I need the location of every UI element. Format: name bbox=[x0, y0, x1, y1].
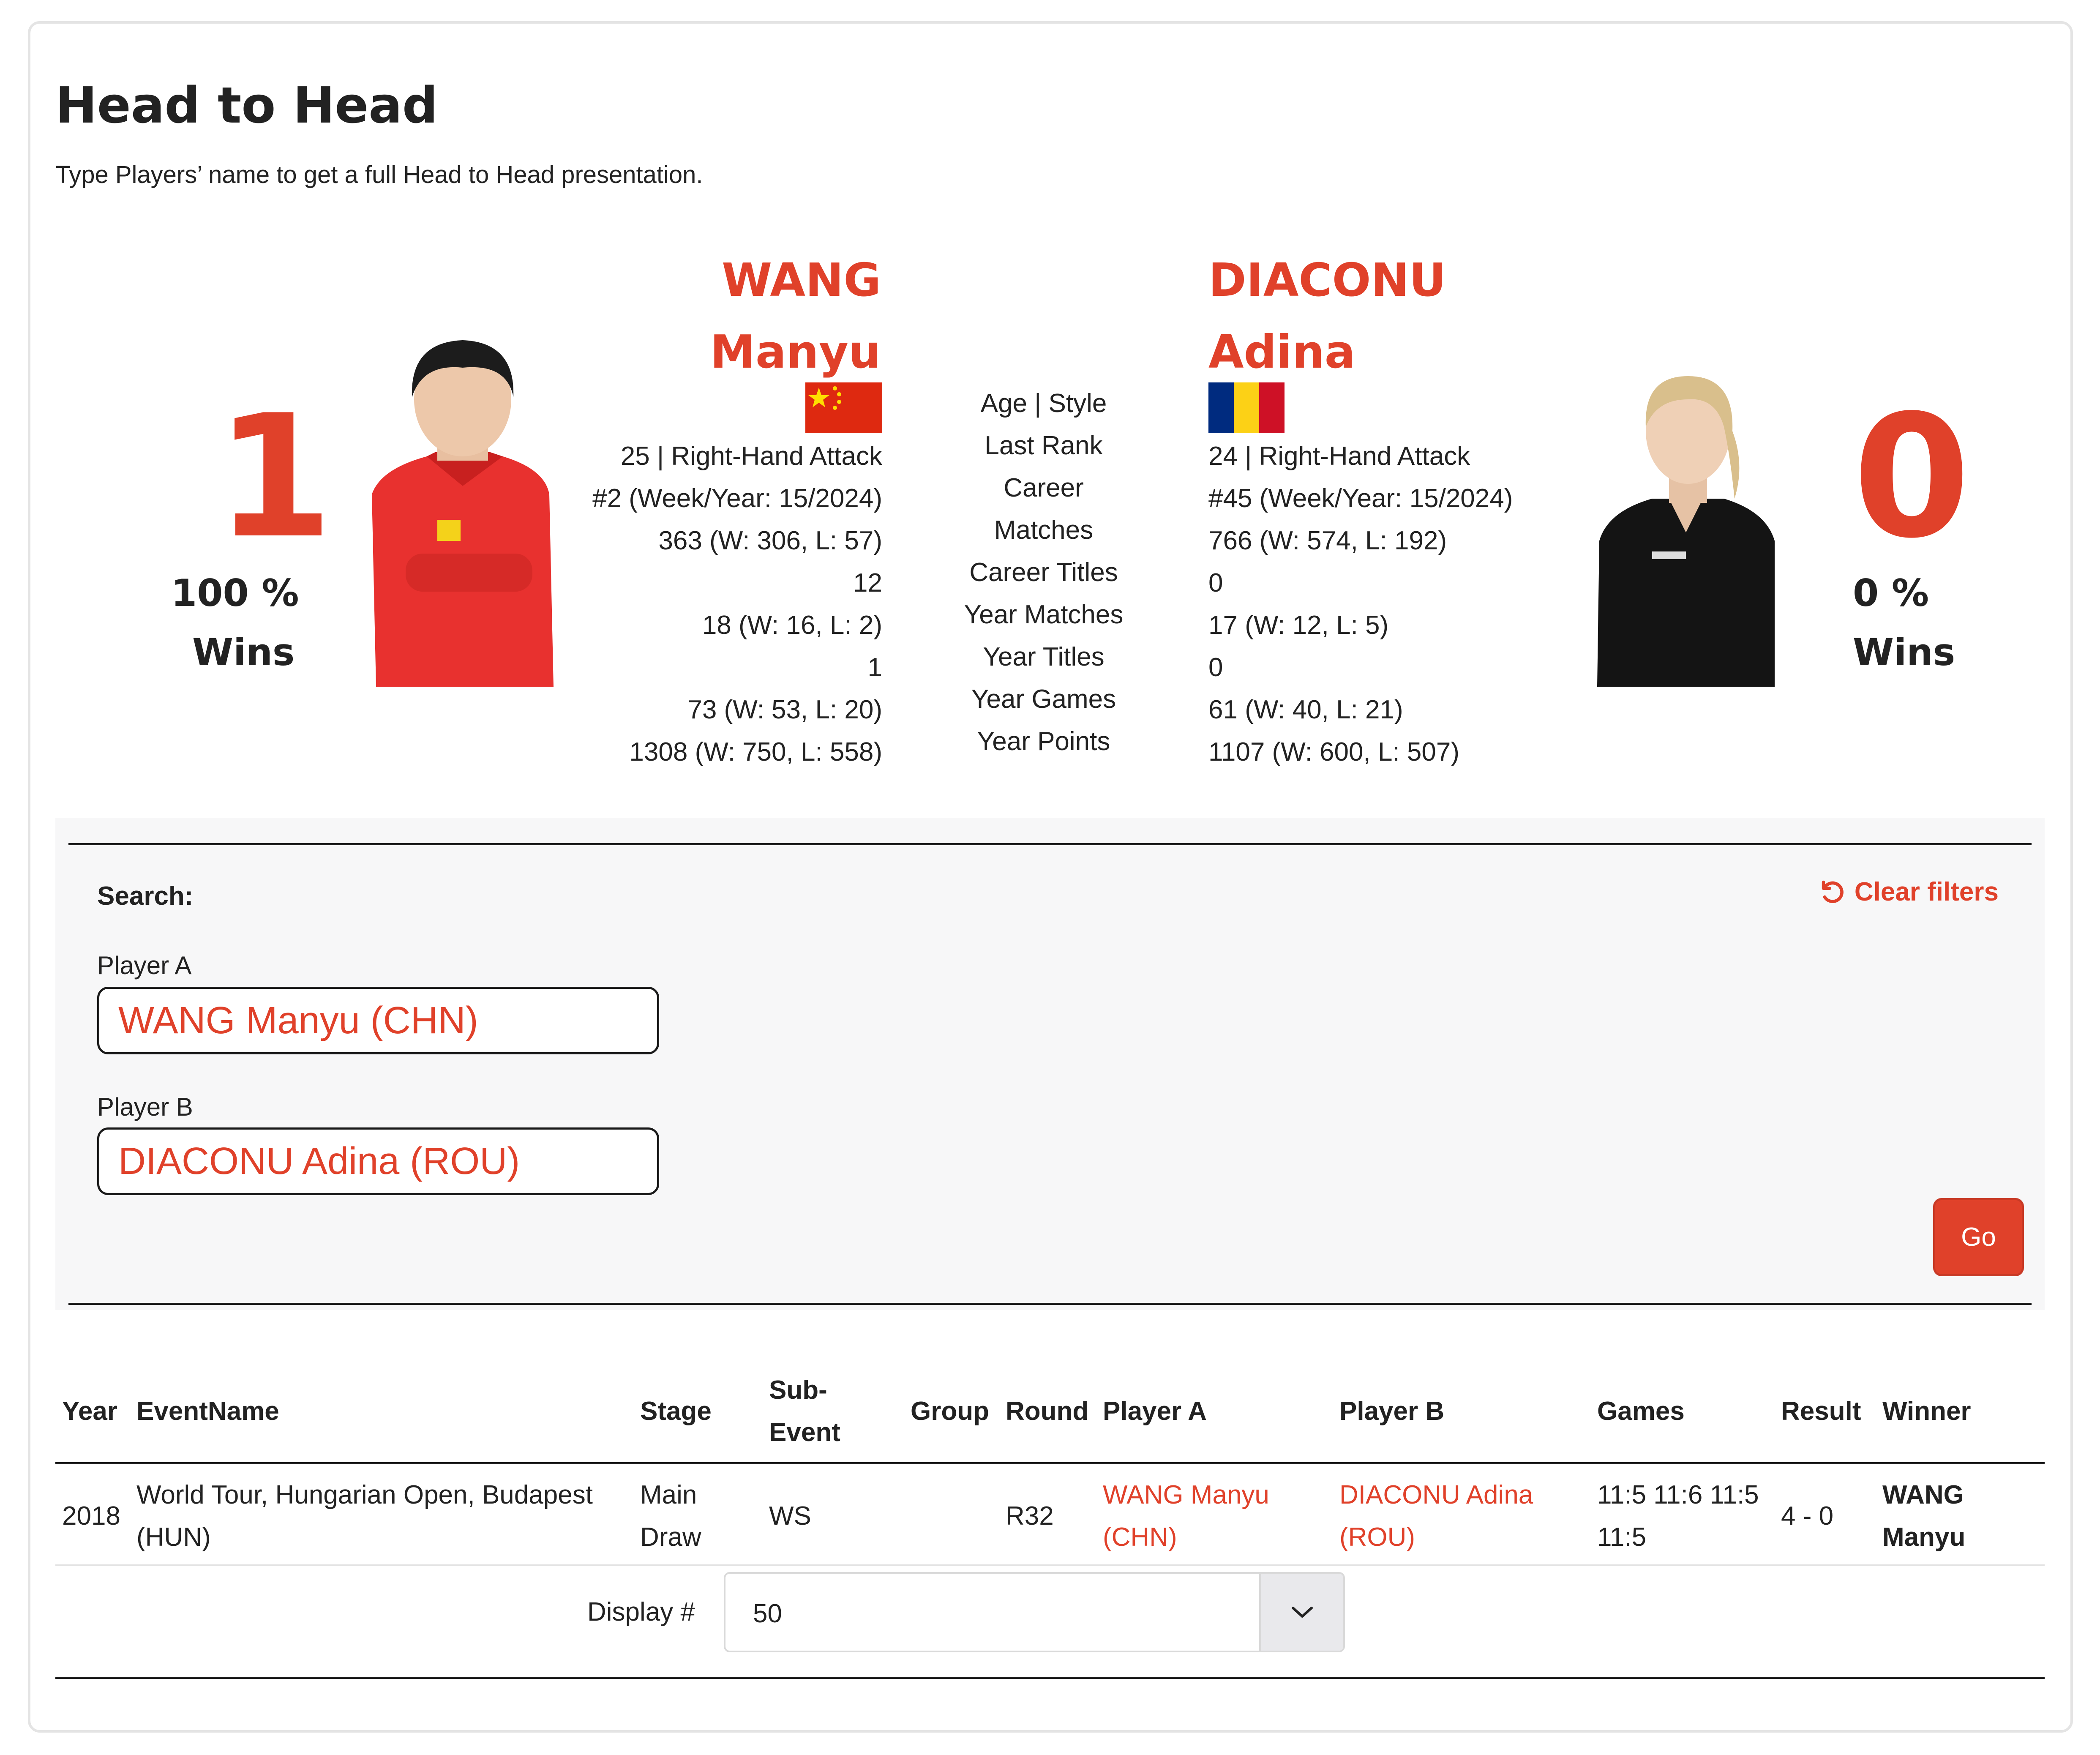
player-b-age-style: 24 | Right-Hand Attack bbox=[1208, 442, 1470, 471]
page-title: Head to Head bbox=[55, 76, 438, 134]
col-header-sub-event-2: Event bbox=[769, 1418, 840, 1447]
row-winner-line-1: WANG bbox=[1882, 1480, 1964, 1509]
select-toggle[interactable] bbox=[1259, 1574, 1343, 1651]
stat-label-career-titles: Career Titles bbox=[969, 558, 1118, 587]
player-a-age-style: 25 | Right-Hand Attack bbox=[620, 442, 882, 471]
player-b-year-points: 1107 (W: 600, L: 507) bbox=[1208, 737, 1459, 767]
stat-label-last-rank: Last Rank bbox=[985, 431, 1103, 460]
search-top-divider bbox=[68, 843, 2032, 845]
row-stage-line-2: Draw bbox=[640, 1523, 701, 1552]
search-bottom-divider bbox=[68, 1303, 2032, 1305]
col-header-player-b: Player B bbox=[1339, 1397, 1445, 1426]
stat-label-matches: Matches bbox=[994, 516, 1094, 545]
player-a-year-points: 1308 (W: 750, L: 558) bbox=[629, 737, 882, 767]
col-header-stage: Stage bbox=[640, 1397, 712, 1426]
player-a-year-games: 73 (W: 53, L: 20) bbox=[687, 695, 882, 724]
chevron-down-icon bbox=[1291, 1607, 1313, 1618]
col-header-round: Round bbox=[1006, 1397, 1089, 1426]
player-b-wins-count: 0 bbox=[1853, 379, 1971, 576]
stat-label-year-matches: Year Matches bbox=[964, 600, 1124, 629]
table-row-divider bbox=[55, 1564, 2045, 1566]
player-b-field-label: Player B bbox=[97, 1093, 193, 1121]
player-a-career-matches: 363 (W: 306, L: 57) bbox=[658, 526, 882, 555]
stat-label-age-style: Age | Style bbox=[980, 389, 1107, 418]
player-a-last-rank: #2 (Week/Year: 15/2024) bbox=[592, 484, 882, 513]
row-year: 2018 bbox=[62, 1501, 120, 1531]
player-a-win-percent: 100 % bbox=[171, 571, 299, 615]
row-round: R32 bbox=[1006, 1501, 1054, 1531]
display-count-value: 50 bbox=[753, 1599, 782, 1628]
col-header-games: Games bbox=[1597, 1397, 1685, 1426]
player-b-win-percent: 0 % bbox=[1853, 571, 1929, 615]
row-games-line-2: 11:5 bbox=[1597, 1523, 1647, 1552]
display-count-select[interactable]: 50 bbox=[724, 1572, 1345, 1652]
row-event-line-1: World Tour, Hungarian Open, Budapest bbox=[136, 1480, 593, 1509]
player-a-first-name: Manyu bbox=[710, 326, 881, 379]
flag-romania-icon bbox=[1208, 382, 1285, 433]
player-b-wins-label: Wins bbox=[1853, 630, 1955, 674]
player-a-career-titles: 12 bbox=[853, 568, 882, 598]
stat-label-year-points: Year Points bbox=[977, 727, 1110, 756]
player-a-wins-count: 1 bbox=[215, 379, 333, 576]
player-a-input[interactable]: WANG Manyu (CHN) bbox=[97, 987, 659, 1054]
stat-labels: Age | Style Last Rank Career Matches Car… bbox=[921, 382, 1166, 763]
reset-icon bbox=[1822, 880, 1844, 903]
row-winner-line-2: Manyu bbox=[1882, 1523, 1966, 1552]
col-header-year: Year bbox=[62, 1397, 118, 1426]
row-result: 4 - 0 bbox=[1781, 1501, 1834, 1531]
row-player-b-link-2[interactable]: (ROU) bbox=[1339, 1516, 1415, 1558]
col-header-result: Result bbox=[1781, 1397, 1861, 1426]
player-b-year-matches: 17 (W: 12, L: 5) bbox=[1208, 611, 1389, 640]
col-header-winner: Winner bbox=[1882, 1397, 1971, 1426]
player-b-career-matches: 766 (W: 574, L: 192) bbox=[1208, 526, 1447, 555]
player-b-last-name: DIACONU bbox=[1208, 254, 1446, 307]
stat-label-year-titles: Year Titles bbox=[983, 642, 1105, 671]
player-a-year-matches: 18 (W: 16, L: 2) bbox=[702, 611, 882, 640]
stat-label-year-games: Year Games bbox=[971, 685, 1116, 714]
player-b-photo bbox=[1589, 359, 1783, 687]
go-button[interactable]: Go bbox=[1933, 1198, 2024, 1276]
player-a-field-label: Player A bbox=[97, 951, 192, 980]
col-header-event: EventName bbox=[136, 1397, 279, 1426]
col-header-sub-event-1: Sub- bbox=[769, 1376, 827, 1405]
col-header-player-a: Player A bbox=[1103, 1397, 1207, 1426]
clear-filters-label: Clear filters bbox=[1854, 877, 1999, 906]
player-b-stats: 24 | Right-Hand Attack #45 (Week/Year: 1… bbox=[1208, 435, 1513, 773]
player-b-input[interactable]: DIACONU Adina (ROU) bbox=[97, 1127, 659, 1195]
search-panel bbox=[55, 818, 2045, 1310]
clear-filters-button[interactable]: Clear filters bbox=[1817, 877, 1999, 907]
player-a-last-name: WANG bbox=[722, 254, 881, 307]
player-a-wins-label: Wins bbox=[192, 630, 295, 674]
player-b-year-games: 61 (W: 40, L: 21) bbox=[1208, 695, 1403, 724]
row-sub-event: WS bbox=[769, 1501, 811, 1531]
player-b-year-titles: 0 bbox=[1208, 653, 1223, 682]
table-bottom-divider bbox=[55, 1677, 2045, 1679]
player-b-last-rank: #45 (Week/Year: 15/2024) bbox=[1208, 484, 1513, 513]
player-a-stats: 25 | Right-Hand Attack #2 (Week/Year: 15… bbox=[592, 435, 882, 773]
player-a-photo bbox=[363, 334, 562, 687]
row-games-line-1: 11:5 11:6 11:5 bbox=[1597, 1480, 1759, 1509]
flag-china-icon bbox=[805, 382, 882, 433]
row-player-b-link-1[interactable]: DIACONU Adina bbox=[1339, 1474, 1533, 1516]
display-count-label: Display # bbox=[587, 1597, 695, 1627]
row-stage-line-1: Main bbox=[640, 1480, 697, 1509]
col-header-group: Group bbox=[911, 1397, 989, 1426]
row-event-line-2: (HUN) bbox=[136, 1523, 211, 1552]
stat-label-career: Career bbox=[1004, 473, 1084, 502]
player-b-career-titles: 0 bbox=[1208, 568, 1223, 598]
player-b-first-name: Adina bbox=[1208, 326, 1355, 379]
player-a-year-titles: 1 bbox=[867, 653, 882, 682]
row-player-a-link-1[interactable]: WANG Manyu bbox=[1103, 1474, 1269, 1516]
row-player-a-link-2[interactable]: (CHN) bbox=[1103, 1516, 1177, 1558]
page-subtitle: Type Players’ name to get a full Head to… bbox=[55, 161, 703, 188]
table-header-divider bbox=[55, 1462, 2045, 1464]
search-label: Search: bbox=[97, 882, 194, 911]
